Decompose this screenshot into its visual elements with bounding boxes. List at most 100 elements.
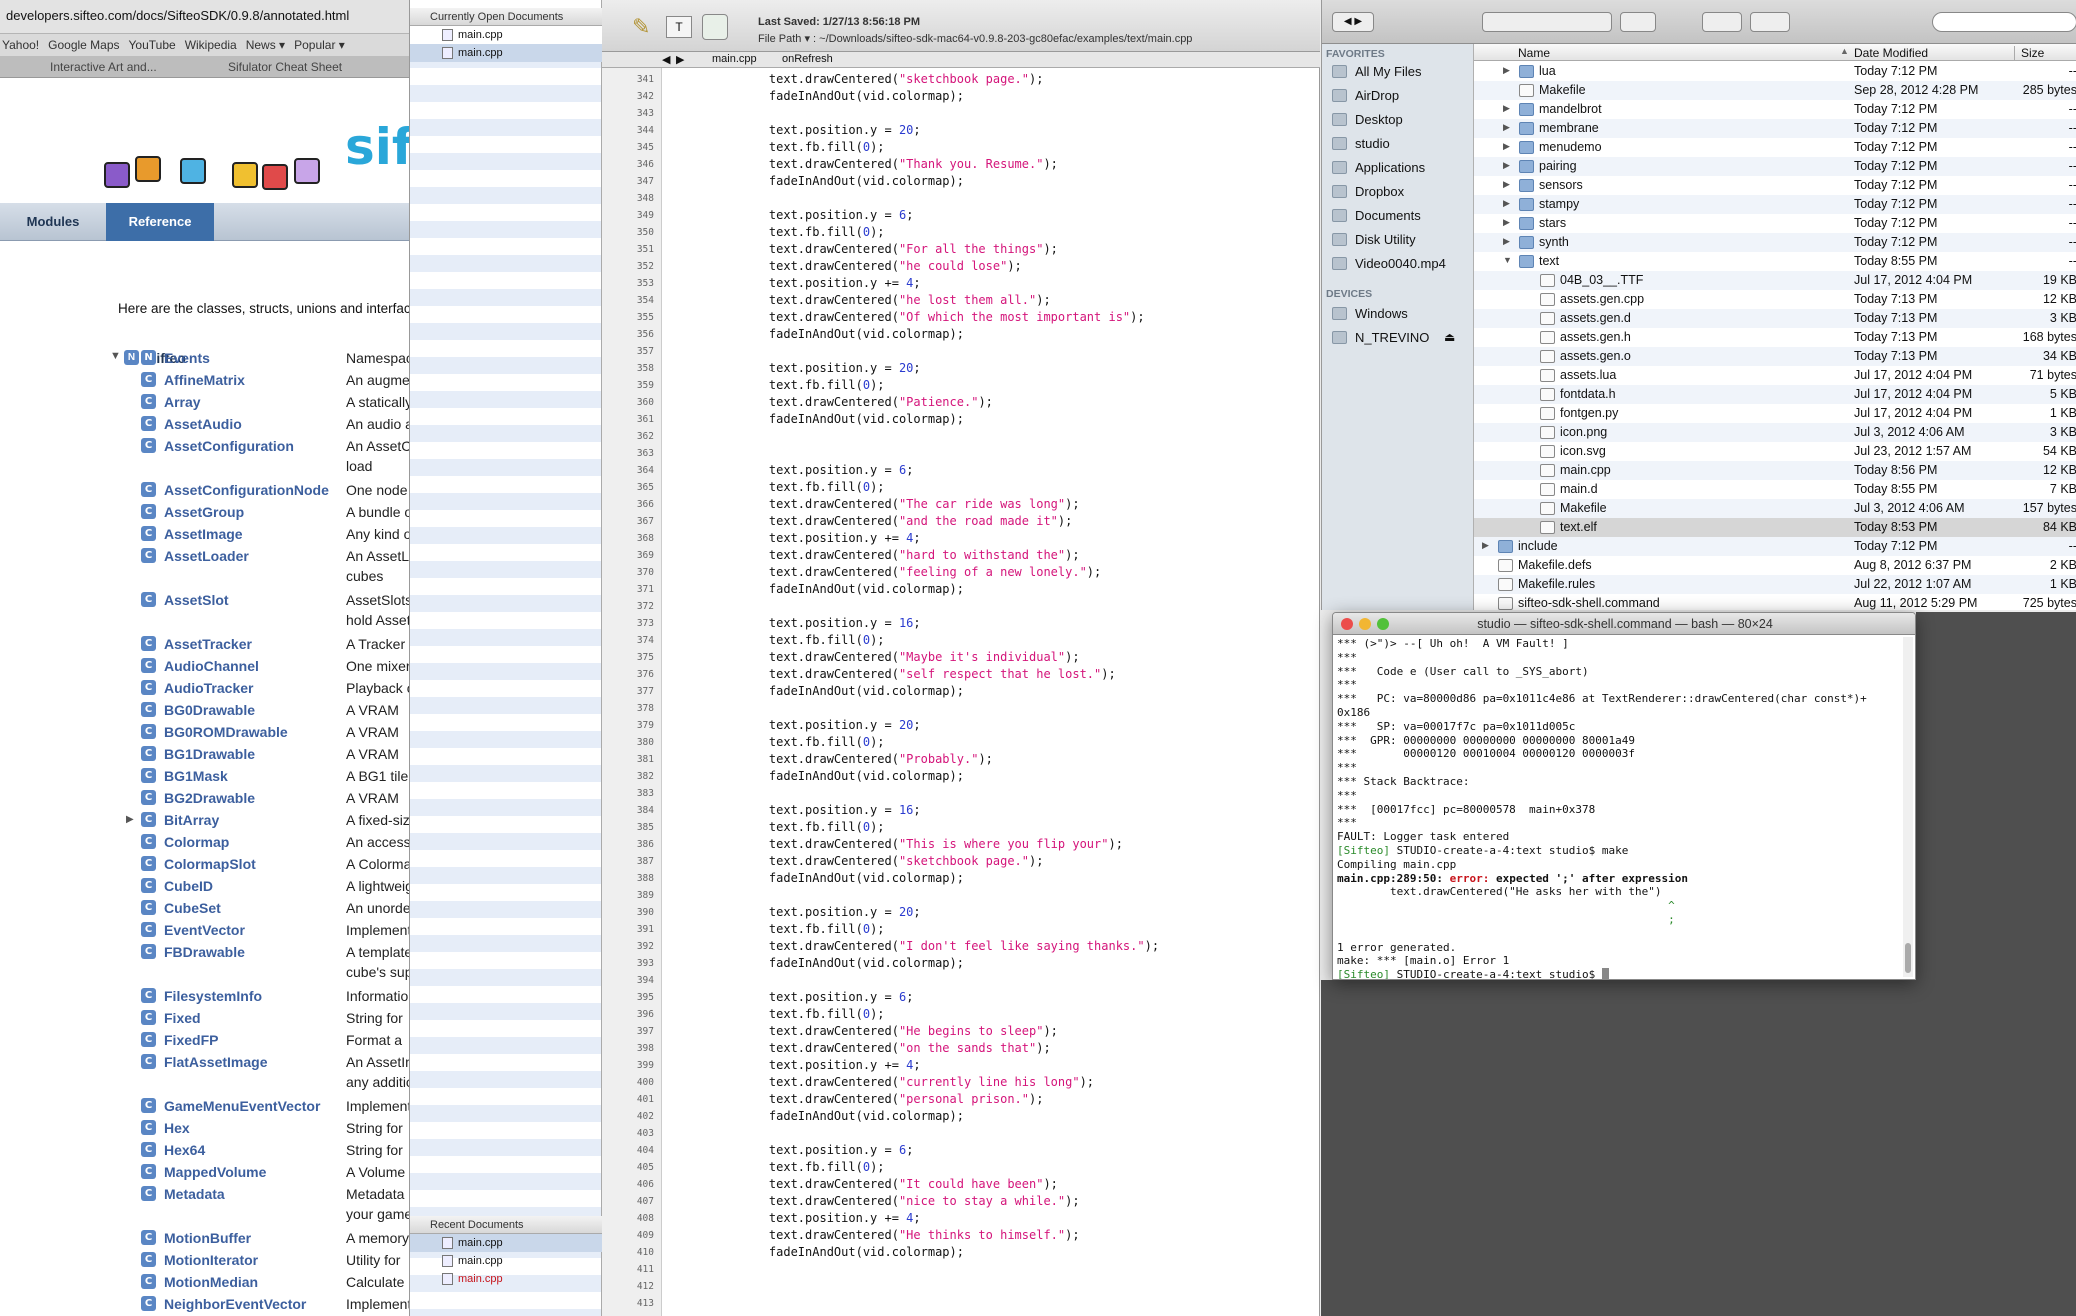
class-row[interactable]: C MotionIterator Utility for [0, 1250, 409, 1272]
class-row[interactable]: C AssetConfigurationNode One node [0, 480, 409, 502]
terminal-output[interactable]: *** (>")> --[ Uh oh! A VM Fault! ] *** ***… [1337, 637, 1897, 979]
code-line[interactable]: text.position.y = 6; [740, 208, 914, 222]
code-line[interactable]: text.position.y = 20; [740, 123, 921, 137]
sidebar-item-all-my-files[interactable]: All My Files [1332, 64, 1421, 79]
class-row[interactable]: C BitArray A fixed-size ▶ [0, 810, 409, 832]
class-row[interactable]: C AudioTracker Playback of [0, 678, 409, 700]
disclosure-triangle-icon[interactable]: ▶ [1503, 160, 1510, 171]
code-line[interactable]: text.position.y += 4; [740, 531, 921, 545]
bookmark-item[interactable]: YouTube [129, 38, 176, 52]
disclosure-triangle-icon[interactable]: ▶ [1482, 540, 1489, 551]
disclosure-triangle-icon[interactable]: ▶ [1503, 198, 1510, 209]
class-row[interactable]: C Colormap An accessor [0, 832, 409, 854]
class-name-link[interactable]: AssetImage [164, 526, 243, 542]
code-line[interactable]: text.drawCentered("The car ride was long… [740, 497, 1080, 511]
code-line[interactable]: fadeInAndOut(vid.colormap); [740, 174, 964, 188]
sidebar-item-studio[interactable]: studio [1332, 136, 1390, 151]
code-line[interactable]: text.drawCentered("Thank you. Resume."); [740, 157, 1058, 171]
file-row[interactable]: ▶ membrane Today 7:12 PM -- [1474, 119, 2076, 138]
class-name-link[interactable]: EventVector [164, 922, 245, 938]
file-row[interactable]: ▶ include Today 7:12 PM -- [1474, 537, 2076, 556]
class-name-link[interactable]: GameMenuEventVector [164, 1098, 320, 1114]
class-row[interactable]: C Metadata Metadata your game [0, 1184, 409, 1228]
nav-back-icon[interactable]: ◀ [662, 53, 670, 66]
eject-icon[interactable]: ⏏ [1444, 330, 1455, 344]
class-name-link[interactable]: AssetConfiguration [164, 438, 294, 454]
file-row[interactable]: icon.png Jul 3, 2012 4:06 AM 3 KB [1474, 423, 2076, 442]
code-line[interactable]: text.drawCentered("It could have been"); [740, 1177, 1058, 1191]
disclosure-triangle-icon[interactable]: ▶ [1503, 65, 1510, 76]
class-row[interactable]: C BG0ROMDrawable A VRAM [0, 722, 409, 744]
class-name-link[interactable]: AffineMatrix [164, 372, 245, 388]
class-row[interactable]: C BG1Drawable A VRAM [0, 744, 409, 766]
nav-modules-tab[interactable]: Modules [0, 203, 106, 241]
class-name-link[interactable]: Metadata [164, 1186, 225, 1202]
class-name-link[interactable]: Hex64 [164, 1142, 205, 1158]
expand-arrow-icon[interactable]: ▶ [126, 814, 134, 825]
recent-doc-item[interactable]: main.cpp [410, 1252, 602, 1270]
recent-doc-item-missing[interactable]: main.cpp [410, 1270, 602, 1288]
class-name-link[interactable]: FlatAssetImage [164, 1054, 267, 1070]
file-row[interactable]: assets.gen.h Today 7:13 PM 168 bytes [1474, 328, 2076, 347]
code-line[interactable]: text.drawCentered("sketchbook page."); [740, 854, 1044, 868]
code-line[interactable]: text.position.y = 20; [740, 718, 921, 732]
code-line[interactable]: fadeInAndOut(vid.colormap); [740, 956, 964, 970]
code-line[interactable]: fadeInAndOut(vid.colormap); [740, 327, 964, 341]
class-row[interactable]: C FlatAssetImage An AssetImage any addition… [0, 1052, 409, 1096]
disclosure-triangle-icon[interactable]: ▶ [1503, 122, 1510, 133]
code-line[interactable]: text.drawCentered("he lost them all."); [740, 293, 1051, 307]
open-doc-item[interactable]: main.cpp [410, 44, 602, 62]
file-row[interactable]: ▶ pairing Today 7:12 PM -- [1474, 157, 2076, 176]
class-row[interactable]: C GameMenuEventVector Implements [0, 1096, 409, 1118]
class-name-link[interactable]: BG1Mask [164, 768, 228, 784]
code-line[interactable]: text.drawCentered("personal prison."); [740, 1092, 1044, 1106]
zoom-icon[interactable] [1377, 618, 1389, 630]
quick-look-icon[interactable] [1702, 12, 1742, 32]
file-row[interactable]: ▶ mandelbrot Today 7:12 PM -- [1474, 100, 2076, 119]
code-line[interactable]: text.position.y = 20; [740, 905, 921, 919]
code-line[interactable]: text.drawCentered("Of which the most imp… [740, 310, 1145, 324]
class-row[interactable]: C Hex String for [0, 1118, 409, 1140]
code-line[interactable]: text.position.y = 16; [740, 616, 921, 630]
class-name-link[interactable]: Array [164, 394, 201, 410]
class-row[interactable]: C EventVector Implements [0, 920, 409, 942]
nav-file-popup[interactable]: main.cpp [712, 53, 757, 65]
file-row[interactable]: assets.lua Jul 17, 2012 4:04 PM 71 bytes [1474, 366, 2076, 385]
col-name[interactable]: Name [1518, 46, 1550, 60]
class-row[interactable]: C ColormapSlot A Colormap [0, 854, 409, 876]
class-row[interactable]: C FilesystemInfo Information [0, 986, 409, 1008]
class-row[interactable]: C AssetConfiguration An AssetConfiguration… [0, 436, 409, 480]
class-name-link[interactable]: BG0ROMDrawable [164, 724, 288, 740]
recent-doc-item[interactable]: main.cpp [410, 1234, 602, 1252]
class-name-link[interactable]: MappedVolume [164, 1164, 266, 1180]
code-line[interactable]: text.drawCentered("sketchbook page."); [740, 72, 1044, 86]
code-line[interactable]: fadeInAndOut(vid.colormap); [740, 412, 964, 426]
class-row[interactable]: C AssetTracker A Tracker [0, 634, 409, 656]
class-row[interactable]: C MotionBuffer A memory [0, 1228, 409, 1250]
code-line[interactable]: text.position.y = 6; [740, 990, 914, 1004]
file-row[interactable]: Makefile.rules Jul 22, 2012 1:07 AM 1 KB [1474, 575, 2076, 594]
class-row[interactable]: C Array A statically [0, 392, 409, 414]
url-text[interactable]: developers.sifteo.com/docs/SifteoSDK/0.9… [6, 8, 349, 23]
file-row[interactable]: icon.svg Jul 23, 2012 1:57 AM 54 KB [1474, 442, 2076, 461]
class-name-link[interactable]: CubeID [164, 878, 213, 894]
code-line[interactable]: text.position.y = 16; [740, 803, 921, 817]
class-name-link[interactable]: AssetGroup [164, 504, 244, 520]
class-row[interactable]: N Events Namespace [0, 348, 409, 370]
sidebar-item-dropbox[interactable]: Dropbox [1332, 184, 1404, 199]
sidebar-item-desktop[interactable]: Desktop [1332, 112, 1403, 127]
class-row[interactable]: C AssetGroup A bundle of [0, 502, 409, 524]
preview-icon[interactable] [702, 14, 728, 40]
file-row[interactable]: main.d Today 8:55 PM 7 KB [1474, 480, 2076, 499]
code-line[interactable]: text.position.y += 4; [740, 1058, 921, 1072]
code-line[interactable]: text.drawCentered("He begins to sleep"); [740, 1024, 1058, 1038]
class-row[interactable]: C MappedVolume A Volume [0, 1162, 409, 1184]
file-row[interactable]: fontgen.py Jul 17, 2012 4:04 PM 1 KB [1474, 404, 2076, 423]
class-name-link[interactable]: MotionBuffer [164, 1230, 251, 1246]
search-field[interactable] [1932, 12, 2076, 32]
code-line[interactable]: text.drawCentered("self respect that he … [740, 667, 1116, 681]
file-row[interactable]: ▶ sensors Today 7:12 PM -- [1474, 176, 2076, 195]
code-line[interactable]: fadeInAndOut(vid.colormap); [740, 684, 964, 698]
class-name-link[interactable]: AudioChannel [164, 658, 259, 674]
close-icon[interactable] [1341, 618, 1353, 630]
